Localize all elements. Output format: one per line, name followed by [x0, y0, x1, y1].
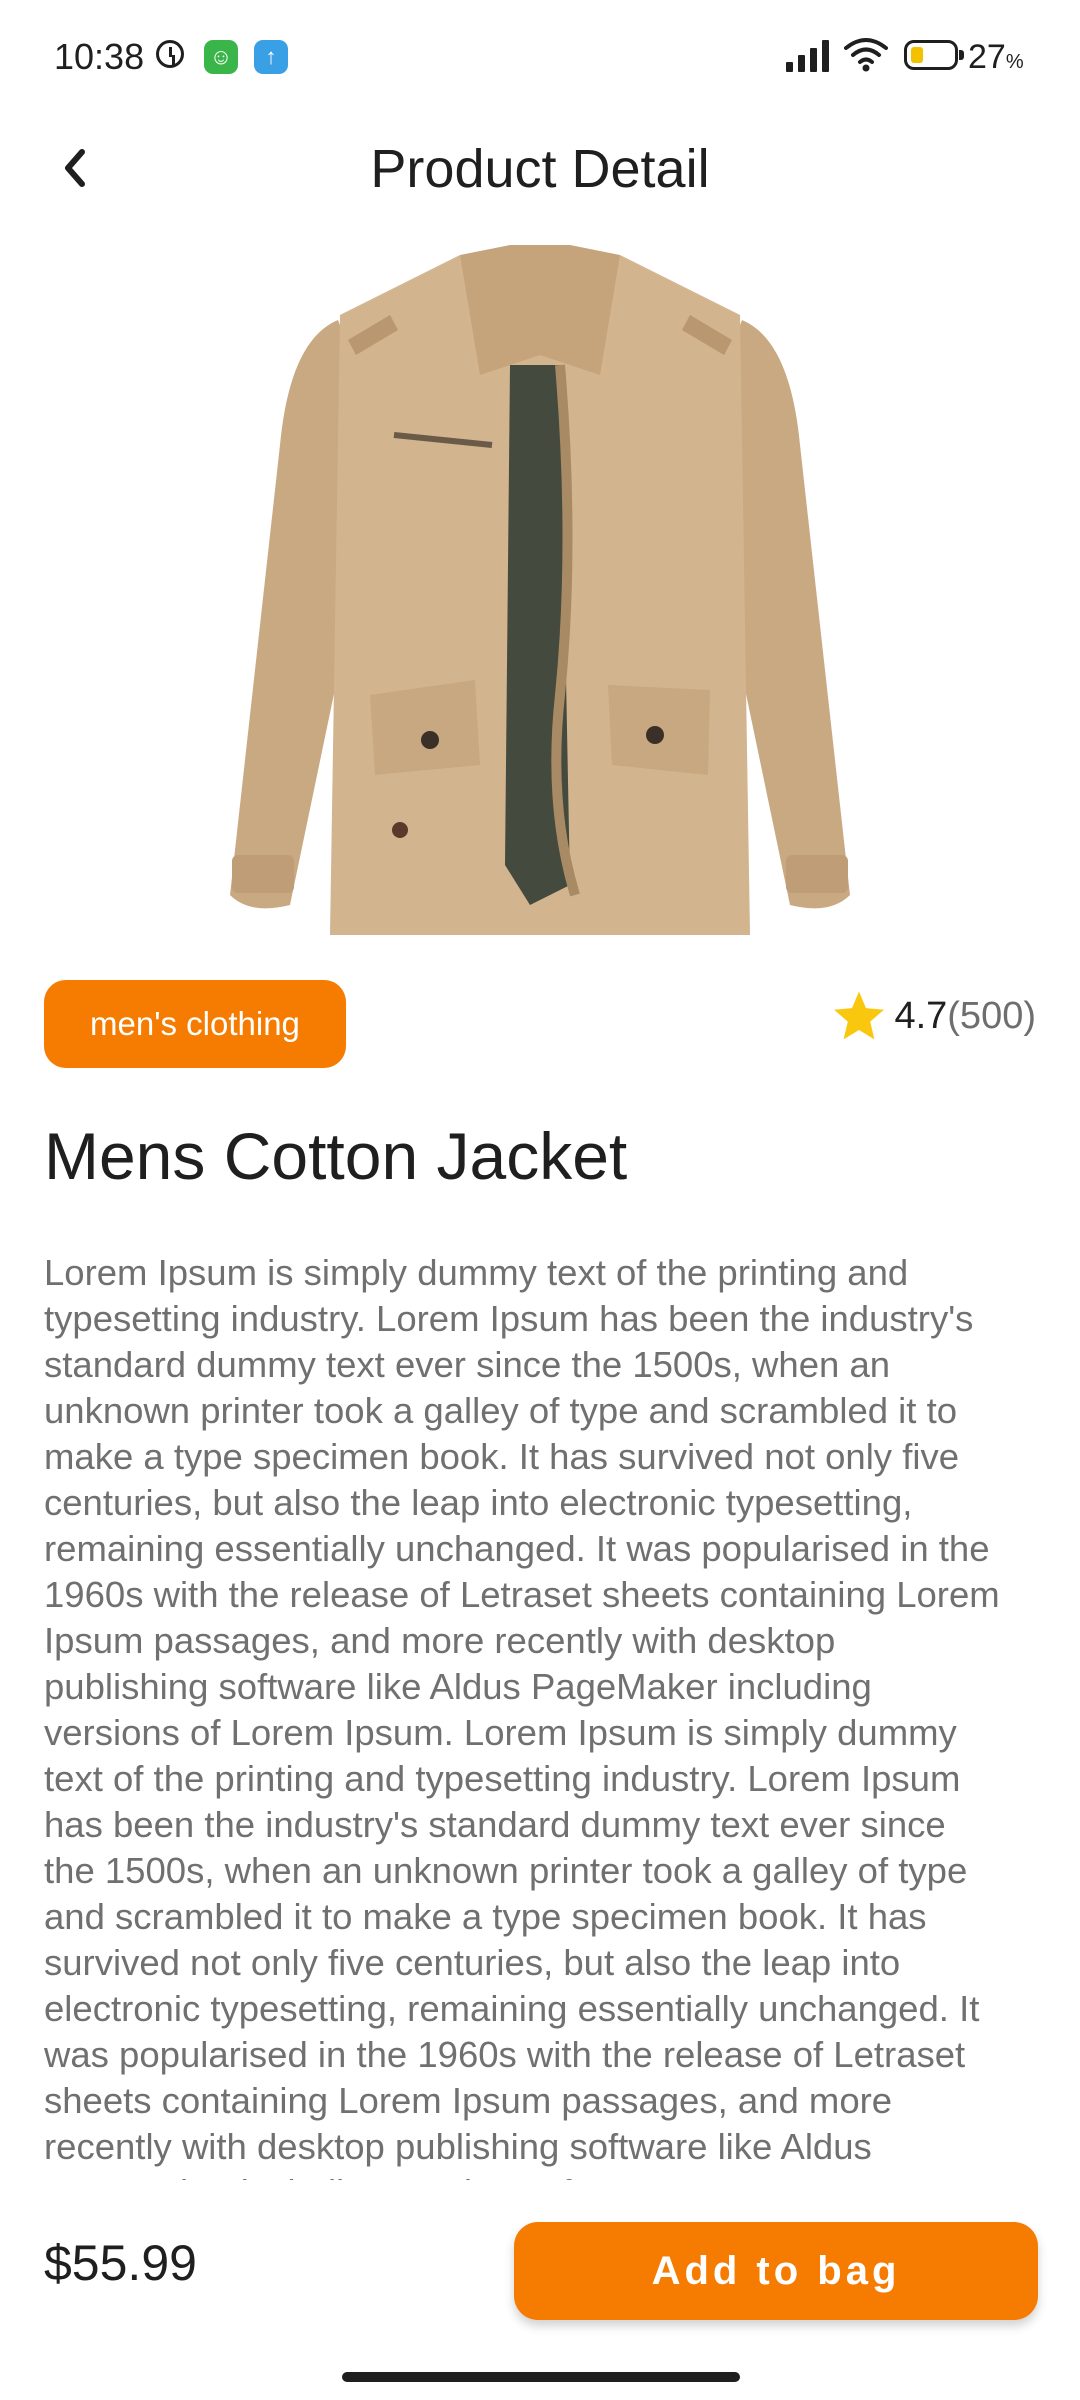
rating-count: (500) [947, 994, 1036, 1037]
wifi-icon [844, 38, 888, 72]
add-to-bag-button[interactable]: Add to bag [514, 2222, 1038, 2320]
status-time: 10:38 [54, 36, 145, 77]
product-description: Lorem Ipsum is simply dummy text of the … [44, 1252, 1000, 2180]
rating-value: 4.7 [894, 994, 948, 1037]
product-rating: 4.7 (500) [830, 984, 1036, 1048]
page-title: Product Detail [370, 139, 710, 199]
status-bar: 10:38 ☺ ↑ 27% [0, 0, 1080, 115]
category-badge[interactable]: men's clothing [44, 980, 346, 1068]
upload-icon: ↑ [254, 40, 288, 74]
app-notification-icon: ☺ [204, 40, 238, 74]
product-name: Mens Cotton Jacket [44, 1119, 628, 1193]
product-price: $55.99 [44, 2235, 197, 2291]
home-indicator[interactable] [342, 2372, 740, 2382]
star-icon [834, 991, 885, 1040]
product-image [230, 245, 850, 935]
signal-icon [786, 40, 832, 72]
battery-icon [904, 40, 964, 70]
clock-icon [156, 40, 184, 68]
battery-percent: 27% [968, 38, 1024, 76]
